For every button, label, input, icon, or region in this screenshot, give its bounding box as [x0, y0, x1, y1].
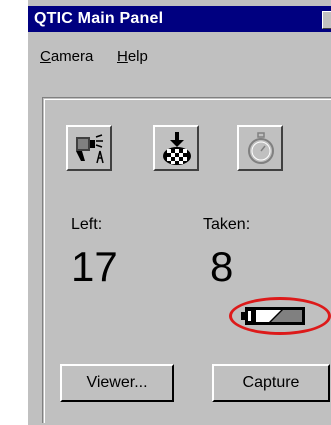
taken-label: Taken:	[203, 216, 251, 233]
timer-button	[237, 125, 283, 171]
capture-button[interactable]: Capture	[212, 364, 330, 402]
menu-bar: Camera Help	[28, 44, 331, 68]
menu-help-label: elp	[127, 48, 148, 65]
stopwatch-icon	[248, 132, 274, 164]
left-count: 17	[71, 243, 118, 290]
close-button[interactable]	[322, 11, 331, 29]
battery-highlight-oval	[229, 297, 331, 335]
camera-tripod-icon	[76, 134, 104, 164]
menu-camera-accel: C	[40, 48, 51, 65]
left-label: Left:	[71, 216, 103, 233]
menu-help-accel: H	[117, 48, 128, 65]
window-title: QTIC Main Panel	[34, 10, 164, 27]
taken-count: 8	[210, 243, 234, 290]
title-bar[interactable]: QTIC Main Panel	[28, 6, 331, 32]
menu-help[interactable]: Help	[117, 48, 148, 65]
menu-camera[interactable]: Camera	[40, 48, 93, 65]
viewer-button[interactable]: Viewer...	[60, 364, 174, 402]
qtic-main-panel-window: QTIC Main Panel Camera Help Left: Taken:…	[27, 0, 331, 425]
menu-camera-label: amera	[50, 48, 94, 65]
camera-settings-button[interactable]	[66, 125, 112, 171]
download-checker-icon	[163, 132, 191, 165]
download-button[interactable]	[153, 125, 199, 171]
